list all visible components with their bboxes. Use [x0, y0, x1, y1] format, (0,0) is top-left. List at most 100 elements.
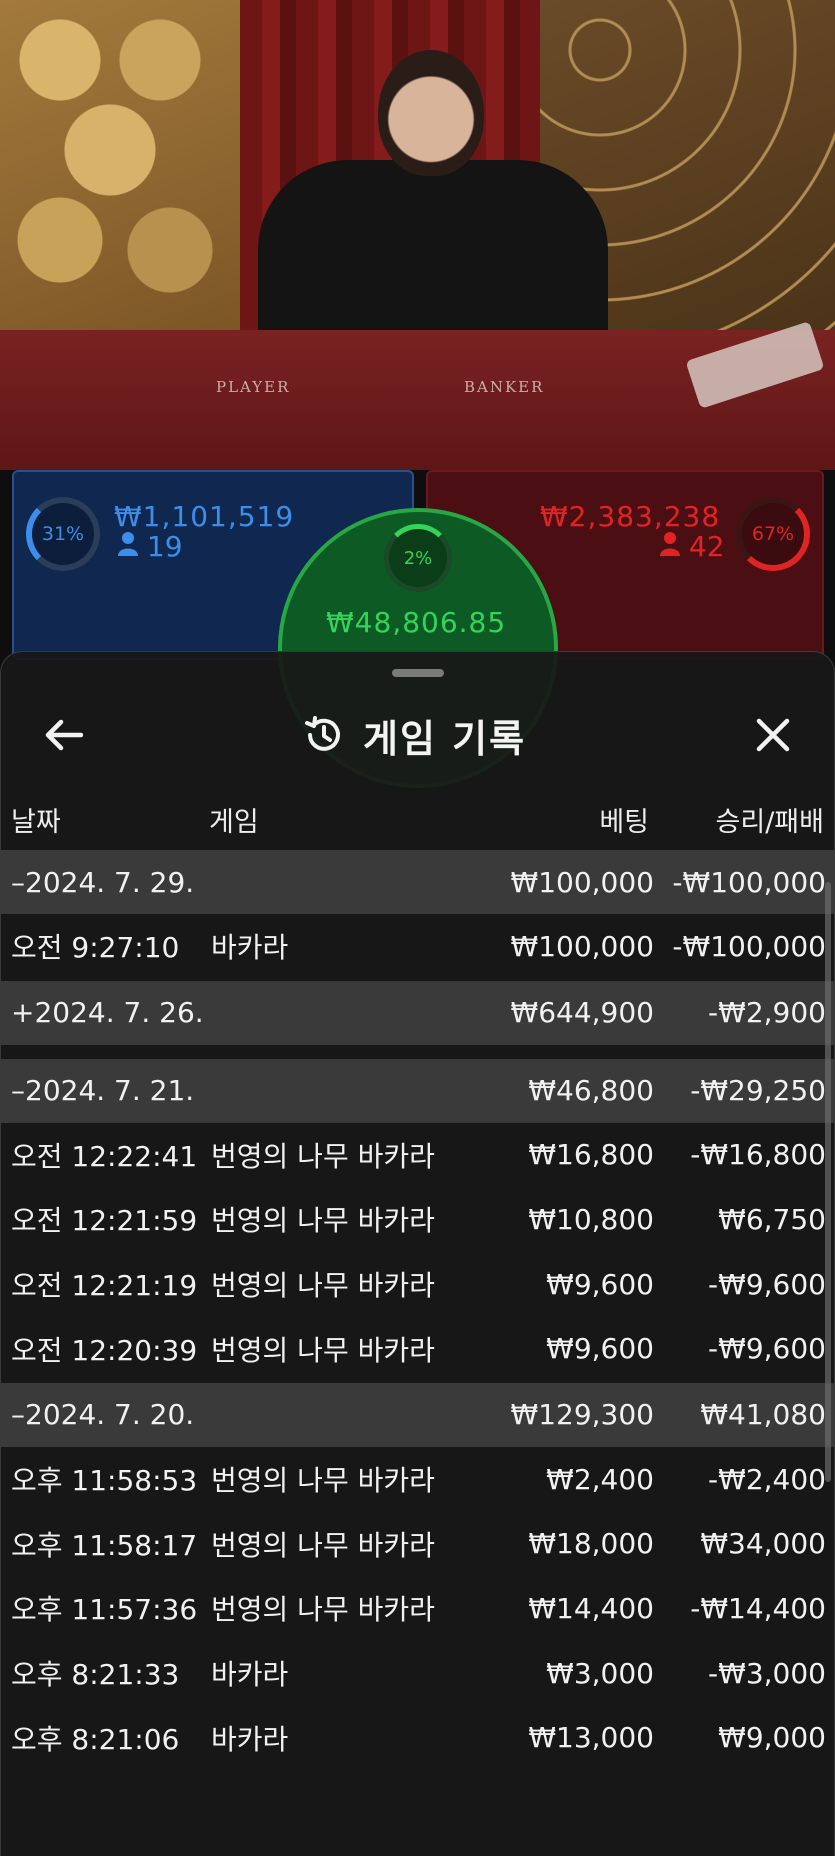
- bet-amount: ₩14,400: [528, 1591, 654, 1625]
- win-loss-amount: -₩2,900: [708, 996, 826, 1030]
- win-loss-amount: -₩2,400: [708, 1462, 826, 1496]
- game-name: 번영의 나무 바카라: [211, 1528, 435, 1562]
- history-row[interactable]: 오후 8:21:33 바카라 ₩3,000 -₩3,000: [1, 1641, 834, 1706]
- banker-percent-ring: 67%: [736, 497, 810, 571]
- win-loss-amount: -₩29,250: [690, 1074, 826, 1108]
- arrow-left-icon: [45, 719, 83, 751]
- column-header-result: 승리/패배: [715, 807, 824, 838]
- bet-amount: ₩10,800: [528, 1202, 654, 1236]
- game-name: 번영의 나무 바카라: [211, 1269, 435, 1303]
- win-loss-amount: -₩100,000: [672, 929, 826, 963]
- history-row[interactable]: 오후 11:57:36 번영의 나무 바카라 ₩14,400 -₩14,400: [1, 1576, 834, 1641]
- banker-bet-amount: ₩2,383,238: [540, 500, 721, 533]
- game-name: 번영의 나무 바카라: [211, 1593, 435, 1627]
- felt-label-banker: BANKER: [464, 378, 545, 396]
- tie-percent: 2%: [403, 547, 433, 569]
- round-time: 오후 11:57:36: [11, 1593, 198, 1627]
- history-icon: [305, 716, 340, 751]
- round-time: 오전 12:20:39: [11, 1333, 198, 1367]
- bet-amount: ₩16,800: [528, 1138, 654, 1172]
- bet-amount: ₩9,600: [546, 1332, 654, 1366]
- bet-amount: ₩129,300: [510, 1398, 654, 1432]
- history-row[interactable]: 오후 11:58:17 번영의 나무 바카라 ₩18,000 ₩34,000: [1, 1512, 834, 1577]
- column-header-date: 날짜: [11, 807, 61, 838]
- bet-amount: ₩13,000: [528, 1721, 654, 1755]
- game-name: 바카라: [211, 1722, 289, 1756]
- sheet-header: 게임 기록: [1, 692, 834, 772]
- banker-bettor-count: 42: [660, 530, 725, 563]
- live-video: PLAYER BANKER: [0, 0, 835, 470]
- history-row[interactable]: 오전 12:22:41 번영의 나무 바카라 ₩16,800 -₩16,800: [1, 1123, 834, 1188]
- game-name: 번영의 나무 바카라: [211, 1333, 435, 1367]
- scrollbar[interactable]: [825, 882, 831, 1482]
- drag-handle[interactable]: [392, 669, 444, 677]
- game-name: 번영의 나무 바카라: [211, 1204, 435, 1238]
- close-button[interactable]: [745, 710, 801, 760]
- win-loss-amount: ₩34,000: [700, 1527, 826, 1561]
- history-row[interactable]: 오전 12:21:19 번영의 나무 바카라 ₩9,600 -₩9,600: [1, 1252, 834, 1317]
- game-name: 번영의 나무 바카라: [211, 1139, 435, 1173]
- round-time: 오전 12:21:59: [11, 1204, 198, 1238]
- column-header-bet: 베팅: [599, 807, 649, 838]
- banker-count-value: 42: [688, 530, 725, 563]
- win-loss-amount: -₩14,400: [690, 1591, 826, 1625]
- history-row[interactable]: 오후 11:58:53 번영의 나무 바카라 ₩2,400 -₩2,400: [1, 1447, 834, 1512]
- bet-amount: ₩100,000: [510, 865, 654, 899]
- bet-amount: ₩100,000: [510, 929, 654, 963]
- history-row[interactable]: 오전 9:27:10 바카라 ₩100,000 -₩100,000: [1, 914, 834, 979]
- bet-amount: ₩644,900: [510, 996, 654, 1030]
- round-time: 오전 12:22:41: [11, 1139, 198, 1173]
- sheet-title: 게임 기록: [301, 708, 526, 762]
- history-row[interactable]: 오전 12:21:59 번영의 나무 바카라 ₩10,800 ₩6,750: [1, 1187, 834, 1252]
- date-group-label: –2024. 7. 20.: [11, 1398, 195, 1432]
- dealer-head: [378, 50, 484, 176]
- bet-amount: ₩9,600: [546, 1267, 654, 1301]
- win-loss-amount: ₩6,750: [718, 1202, 826, 1236]
- round-time: 오전 12:21:19: [11, 1269, 198, 1303]
- tie-bet-amount: ₩48,806.85: [326, 606, 507, 639]
- history-row[interactable]: 오전 12:20:39 번영의 나무 바카라 ₩9,600 -₩9,600: [1, 1316, 834, 1381]
- person-icon: [118, 532, 138, 556]
- date-group-row[interactable]: –2024. 7. 29. ₩100,000 -₩100,000: [1, 850, 834, 914]
- round-time: 오후 8:21:06: [11, 1722, 180, 1756]
- person-icon: [660, 532, 680, 556]
- round-time: 오후 8:21:33: [11, 1658, 180, 1692]
- win-loss-amount: -₩9,600: [708, 1267, 826, 1301]
- game-name: 번영의 나무 바카라: [211, 1464, 435, 1498]
- banker-percent: 67%: [751, 523, 795, 545]
- player-bettor-count: 19: [118, 530, 183, 563]
- history-row[interactable]: 오후 8:21:06 바카라 ₩13,000 ₩9,000: [1, 1705, 834, 1770]
- date-group-label: –2024. 7. 21.: [11, 1074, 195, 1108]
- sheet-title-text: 게임 기록: [363, 716, 527, 761]
- round-time: 오전 9:27:10: [11, 931, 180, 965]
- bet-amount: ₩18,000: [528, 1527, 654, 1561]
- win-loss-amount: -₩9,600: [708, 1332, 826, 1366]
- win-loss-amount: ₩9,000: [718, 1721, 826, 1755]
- tie-percent-ring: 2%: [384, 524, 452, 592]
- bet-amount: ₩3,000: [546, 1656, 654, 1690]
- round-time: 오후 11:58:53: [11, 1464, 198, 1498]
- bet-amount: ₩46,800: [528, 1074, 654, 1108]
- row-spacer: [1, 1045, 834, 1057]
- date-group-label: –2024. 7. 29.: [11, 865, 195, 899]
- app-screen: PLAYER BANKER 31% 67% ₩1,101,519 ₩2,383,…: [0, 0, 835, 1856]
- date-group-row[interactable]: –2024. 7. 21. ₩46,800 -₩29,250: [1, 1058, 834, 1123]
- decor-panel-left: [0, 0, 240, 340]
- player-bet-amount: ₩1,101,519: [114, 500, 295, 533]
- date-group-label: +2024. 7. 26.: [11, 996, 204, 1030]
- player-percent: 31%: [41, 523, 85, 545]
- win-loss-amount: ₩41,080: [700, 1398, 826, 1432]
- win-loss-amount: -₩100,000: [672, 865, 826, 899]
- column-header-game: 게임: [209, 807, 259, 838]
- game-history-sheet: 게임 기록 날짜 게임 베팅 승리/패배 –2024. 7. 29. ₩100,0…: [0, 651, 835, 1856]
- bet-amount: ₩2,400: [546, 1462, 654, 1496]
- date-group-row[interactable]: –2024. 7. 20. ₩129,300 ₩41,080: [1, 1382, 834, 1447]
- player-count-value: 19: [146, 530, 183, 563]
- win-loss-amount: -₩3,000: [708, 1656, 826, 1690]
- back-button[interactable]: [35, 710, 91, 760]
- date-group-row[interactable]: +2024. 7. 26. ₩644,900 -₩2,900: [1, 980, 834, 1045]
- game-name: 바카라: [211, 931, 289, 965]
- game-name: 바카라: [211, 1658, 289, 1692]
- felt-label-player: PLAYER: [216, 378, 291, 396]
- history-table: –2024. 7. 29. ₩100,000 -₩100,000 오전 9:27:10…: [1, 848, 834, 1770]
